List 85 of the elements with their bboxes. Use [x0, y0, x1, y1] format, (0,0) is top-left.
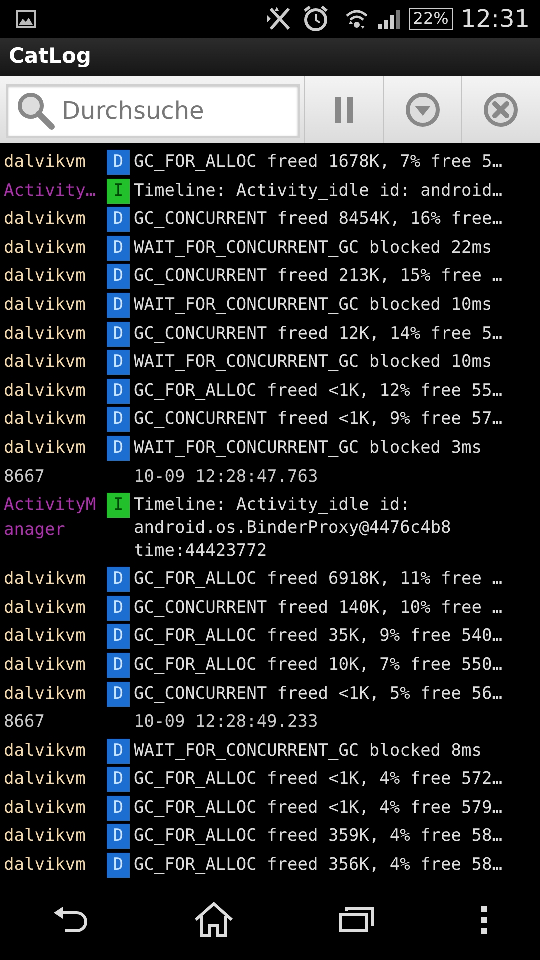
process-id: 8667	[3, 466, 46, 489]
log-level-badge: D	[107, 824, 130, 850]
close-icon	[483, 92, 520, 128]
log-level-badge: D	[107, 567, 130, 592]
log-message: GC_CONCURRENT freed 12K, 14% free 5…	[134, 322, 504, 346]
log-level-badge: D	[107, 378, 130, 404]
log-tag: dalvikvm	[0, 405, 107, 432]
pause-icon	[334, 96, 354, 122]
log-message: GC_FOR_ALLOC freed 356K, 4% free 58…	[134, 854, 504, 878]
log-level-badge: D	[107, 150, 130, 175]
log-level-badge: D	[107, 624, 130, 650]
log-message: Timeline: Activity_idle id: android…	[134, 180, 504, 203]
recent-apps-icon[interactable]	[338, 907, 374, 933]
log-message: WAIT_FOR_CONCURRENT_GC blocked 10ms	[134, 294, 494, 317]
log-tag: ActivityManager	[0, 491, 107, 544]
timestamp: 10-09 12:28:47.763	[134, 466, 318, 489]
log-tag: dalvikvm	[0, 320, 107, 347]
log-message: GC_CONCURRENT freed <1K, 5% free 56…	[134, 682, 504, 706]
log-level-badge: D	[107, 407, 130, 432]
log-message: WAIT_FOR_CONCURRENT_GC blocked 3ms	[134, 436, 483, 460]
log-level-badge: D	[107, 264, 130, 290]
log-tag: dalvikvm	[0, 348, 107, 376]
log-level-badge: D	[107, 207, 130, 232]
log-level-badge: D	[107, 236, 130, 261]
log-level-badge: D	[107, 596, 130, 621]
wifi-icon	[345, 8, 370, 30]
log-message: GC_FOR_ALLOC freed 1678K, 7% free 5…	[134, 151, 504, 174]
home-icon[interactable]	[194, 902, 234, 938]
log-message: GC_FOR_ALLOC freed 10K, 7% free 550…	[134, 654, 504, 677]
log-message: WAIT_FOR_CONCURRENT_GC blocked 8ms	[134, 740, 483, 763]
log-message: GC_FOR_ALLOC freed <1K, 12% free 55…	[134, 380, 504, 403]
log-message: GC_CONCURRENT freed <1K, 9% free 57…	[134, 408, 504, 432]
log-tag: dalvikvm	[0, 736, 107, 764]
log-message: GC_FOR_ALLOC freed 359K, 4% free 58…	[134, 825, 504, 848]
log-tag: dalvikvm	[0, 765, 107, 792]
log-tag: dalvikvm	[0, 794, 107, 821]
log-level-badge: D	[107, 682, 130, 706]
battery-indicator: 22%	[409, 8, 453, 30]
search-field[interactable]: Durchsuche	[6, 84, 300, 138]
log-tag: dalvikvm	[0, 205, 107, 232]
log-tag: dalvikvm	[0, 434, 107, 461]
picture-notification-icon	[16, 10, 36, 28]
signal-icon	[377, 8, 402, 30]
log-tag: dalvikvm	[0, 594, 107, 621]
log-level-badge: I	[107, 493, 130, 518]
log-tag: dalvikvm	[0, 650, 107, 678]
log-message: WAIT_FOR_CONCURRENT_GC blocked 22ms	[134, 236, 494, 260]
log-tag: dalvikvm	[0, 148, 107, 175]
log-tag: dalvikvm	[0, 565, 107, 592]
log-level-badge: D	[107, 436, 130, 461]
log-tag: dalvikvm	[0, 376, 107, 404]
log-tag: Activity…	[0, 176, 107, 204]
log-level-badge: D	[107, 738, 130, 764]
log-message: GC_FOR_ALLOC freed <1K, 4% free 572…	[134, 768, 504, 792]
process-id: 8667	[3, 711, 46, 734]
log-level-badge: D	[107, 767, 130, 792]
log-message: Timeline: Activity_idle id: android.os.BinderProxy@4476c4b8 time:44423772	[134, 494, 452, 564]
menu-icon[interactable]	[480, 906, 488, 934]
log-message: GC_CONCURRENT freed 140K, 10% free …	[134, 596, 504, 620]
log-tag: dalvikvm	[0, 290, 107, 318]
log-tag: dalvikvm	[0, 851, 107, 878]
log-level-badge: D	[107, 796, 130, 821]
log-tag: dalvikvm	[0, 234, 107, 261]
log-level-badge: D	[107, 853, 130, 878]
log-tag: dalvikvm	[0, 622, 107, 650]
log-level-badge: D	[107, 322, 130, 347]
log-message: GC_FOR_ALLOC freed <1K, 4% free 579…	[134, 796, 504, 820]
log-message: GC_FOR_ALLOC freed 6918K, 11% free …	[134, 568, 504, 592]
log-tag: dalvikvm	[0, 262, 107, 290]
log-level-badge: D	[107, 350, 130, 376]
log-message: WAIT_FOR_CONCURRENT_GC blocked 10ms	[134, 351, 494, 374]
log-message: GC_CONCURRENT freed 8454K, 16% free…	[134, 208, 504, 232]
log-level-badge: D	[107, 652, 130, 678]
search-icon	[16, 91, 56, 131]
app-title: CatLog	[9, 43, 92, 70]
clock: 12:31	[460, 4, 530, 35]
log-message: GC_CONCURRENT freed 213K, 15% free …	[134, 265, 504, 288]
alarm-clock-icon	[303, 5, 330, 33]
log-message: GC_FOR_ALLOC freed 35K, 9% free 540…	[134, 625, 504, 648]
log-tag: dalvikvm	[0, 680, 107, 706]
timestamp: 10-09 12:28:49.233	[134, 711, 318, 734]
back-icon[interactable]	[52, 905, 88, 935]
log-tag: dalvikvm	[0, 822, 107, 850]
log-level-badge: D	[107, 292, 130, 318]
log-level-badge: I	[107, 178, 130, 204]
